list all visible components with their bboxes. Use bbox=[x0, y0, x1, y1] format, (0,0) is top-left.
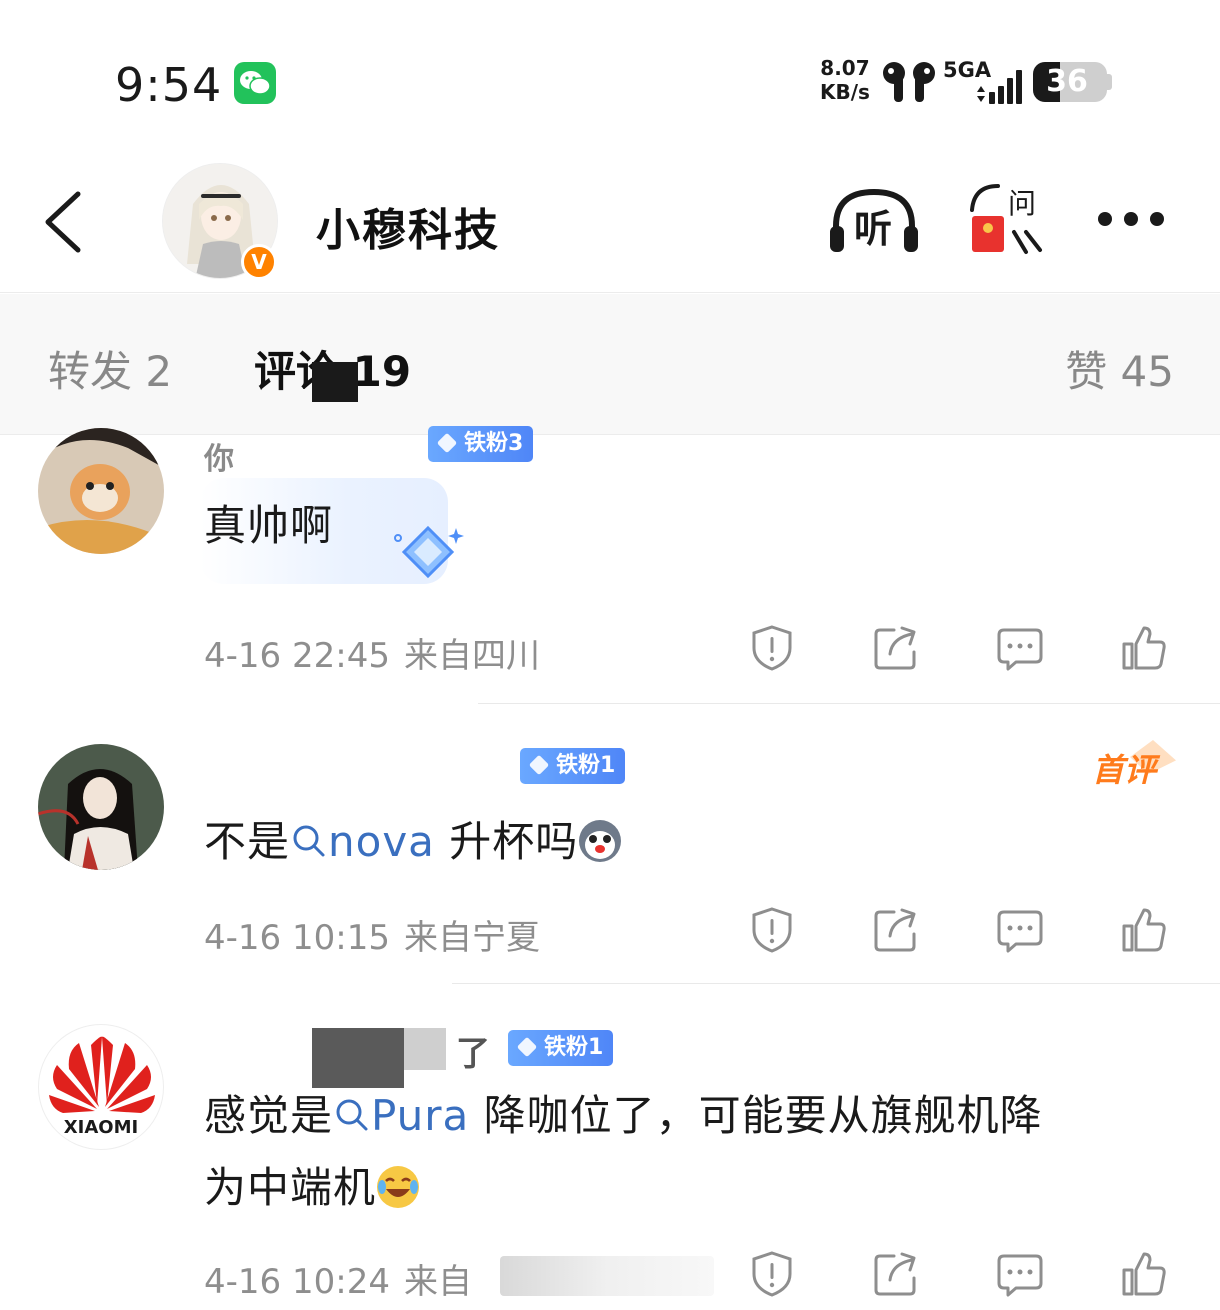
reply-comment-icon[interactable] bbox=[996, 624, 1044, 672]
share-icon[interactable] bbox=[872, 624, 920, 672]
ask-button[interactable]: 问 bbox=[968, 182, 1048, 258]
report-shield-icon[interactable] bbox=[748, 1250, 796, 1298]
topic-name: nova bbox=[328, 817, 435, 866]
comment-username[interactable]: 你 bbox=[204, 434, 234, 478]
redacted-location-block bbox=[500, 1256, 714, 1296]
redacted-username-block bbox=[312, 1028, 404, 1088]
comment-meta: 4-16 10:15 来自宁夏 bbox=[204, 910, 540, 959]
battery-level: 36 bbox=[1046, 64, 1088, 99]
comment-location: 来自宁夏 bbox=[403, 918, 540, 958]
redacted-username-block bbox=[404, 1028, 446, 1070]
diamond-decoration-icon bbox=[394, 525, 464, 579]
network-speed-unit: KB/s bbox=[820, 80, 870, 104]
comment-text: 不是 nova 升杯吗 bbox=[204, 806, 622, 878]
more-dot-icon bbox=[1150, 212, 1164, 226]
back-button[interactable] bbox=[40, 190, 90, 254]
topic-link[interactable]: Pura bbox=[333, 1091, 469, 1140]
status-time: 9:54 bbox=[115, 58, 223, 112]
reply-comment-icon[interactable] bbox=[996, 906, 1044, 954]
post-tabs: 转发 2 评论 19 赞 45 bbox=[0, 294, 1220, 435]
network-speed: 8.07 KB/s bbox=[820, 56, 870, 104]
laugh-cry-emoji-icon bbox=[377, 1165, 420, 1208]
listen-label: 听 bbox=[854, 207, 893, 251]
listen-button[interactable]: 听 bbox=[828, 186, 920, 256]
wechat-notification-icon bbox=[234, 62, 276, 104]
battery-icon: 36 bbox=[1033, 62, 1107, 102]
more-dot-icon bbox=[1098, 212, 1112, 226]
reply-comment-icon[interactable] bbox=[996, 1250, 1044, 1298]
comment-text-line2: 为中端机 bbox=[204, 1152, 420, 1224]
tab-likes[interactable]: 赞 45 bbox=[1065, 338, 1174, 399]
fan-level-badge: 铁粉1 bbox=[520, 748, 626, 784]
first-comment-badge: 首评 bbox=[1092, 751, 1157, 789]
comment-text-prefix: 不是 bbox=[204, 817, 291, 866]
topic-link[interactable]: nova bbox=[290, 817, 435, 866]
comment-location: 来自四川 bbox=[403, 636, 540, 676]
search-icon bbox=[293, 825, 325, 856]
report-shield-icon[interactable] bbox=[748, 624, 796, 672]
husky-emoji-icon bbox=[579, 819, 622, 862]
comment-time: 4-16 10:24 bbox=[204, 1262, 390, 1302]
search-icon bbox=[336, 1099, 368, 1130]
comment-meta: 4-16 10:24 来自 bbox=[204, 1254, 472, 1303]
tab-indicator bbox=[312, 362, 358, 402]
share-icon[interactable] bbox=[872, 906, 920, 954]
more-options-button[interactable] bbox=[1094, 208, 1168, 232]
comment-divider bbox=[478, 703, 1220, 704]
comment-divider bbox=[452, 983, 1220, 984]
account-name[interactable]: 小穆科技 bbox=[316, 194, 500, 258]
chevron-left-icon bbox=[45, 191, 81, 253]
avatar-brand-text: XIAOMI bbox=[63, 1117, 139, 1138]
status-bar: 9:54 8.07 KB/s 5GA 36 bbox=[0, 0, 1220, 150]
comment-time: 4-16 10:15 bbox=[204, 918, 390, 958]
comment-time: 4-16 22:45 bbox=[204, 636, 390, 676]
network-speed-value: 8.07 bbox=[820, 56, 870, 80]
comment-text: 真帅啊 bbox=[204, 501, 334, 550]
comment-text-suffix: 升杯吗 bbox=[434, 817, 579, 866]
comment-avatar[interactable] bbox=[38, 428, 164, 554]
like-thumb-icon[interactable] bbox=[1120, 906, 1168, 954]
comment-meta: 4-16 22:45 来自四川 bbox=[204, 628, 540, 677]
ask-label: 问 bbox=[1008, 187, 1037, 220]
like-thumb-icon[interactable] bbox=[1120, 1250, 1168, 1298]
report-shield-icon[interactable] bbox=[748, 906, 796, 954]
comment-text-continuation: 为中端机 bbox=[204, 1163, 377, 1212]
like-thumb-icon[interactable] bbox=[1120, 624, 1168, 672]
comment-text-suffix: 降咖位了，可能要从旗舰机降 bbox=[469, 1091, 1043, 1140]
comment-text-prefix: 感觉是 bbox=[204, 1091, 334, 1140]
comment-avatar[interactable] bbox=[38, 744, 164, 870]
cellular-signal: 5GA bbox=[943, 58, 1023, 106]
signal-bars-icon bbox=[973, 68, 1023, 108]
tab-forward[interactable]: 转发 2 bbox=[48, 338, 172, 399]
fan-level-badge: 铁粉1 bbox=[508, 1030, 614, 1066]
comment-username[interactable]: 了 bbox=[456, 1026, 490, 1075]
comment-text: 感觉是 Pura 降咖位了，可能要从旗舰机降 bbox=[204, 1080, 1043, 1152]
comment-avatar[interactable]: XIAOMI bbox=[38, 1024, 164, 1150]
share-icon[interactable] bbox=[872, 1250, 920, 1298]
fan-level-badge: 铁粉3 bbox=[428, 426, 534, 462]
comment-location: 来自 bbox=[403, 1262, 472, 1302]
post-header: V 小穆科技 听 问 bbox=[0, 150, 1220, 293]
topic-name: Pura bbox=[371, 1091, 470, 1140]
earbuds-icon bbox=[880, 60, 938, 108]
verified-badge-icon: V bbox=[241, 244, 277, 280]
battery-cap bbox=[1107, 74, 1112, 90]
more-dot-icon bbox=[1124, 212, 1138, 226]
